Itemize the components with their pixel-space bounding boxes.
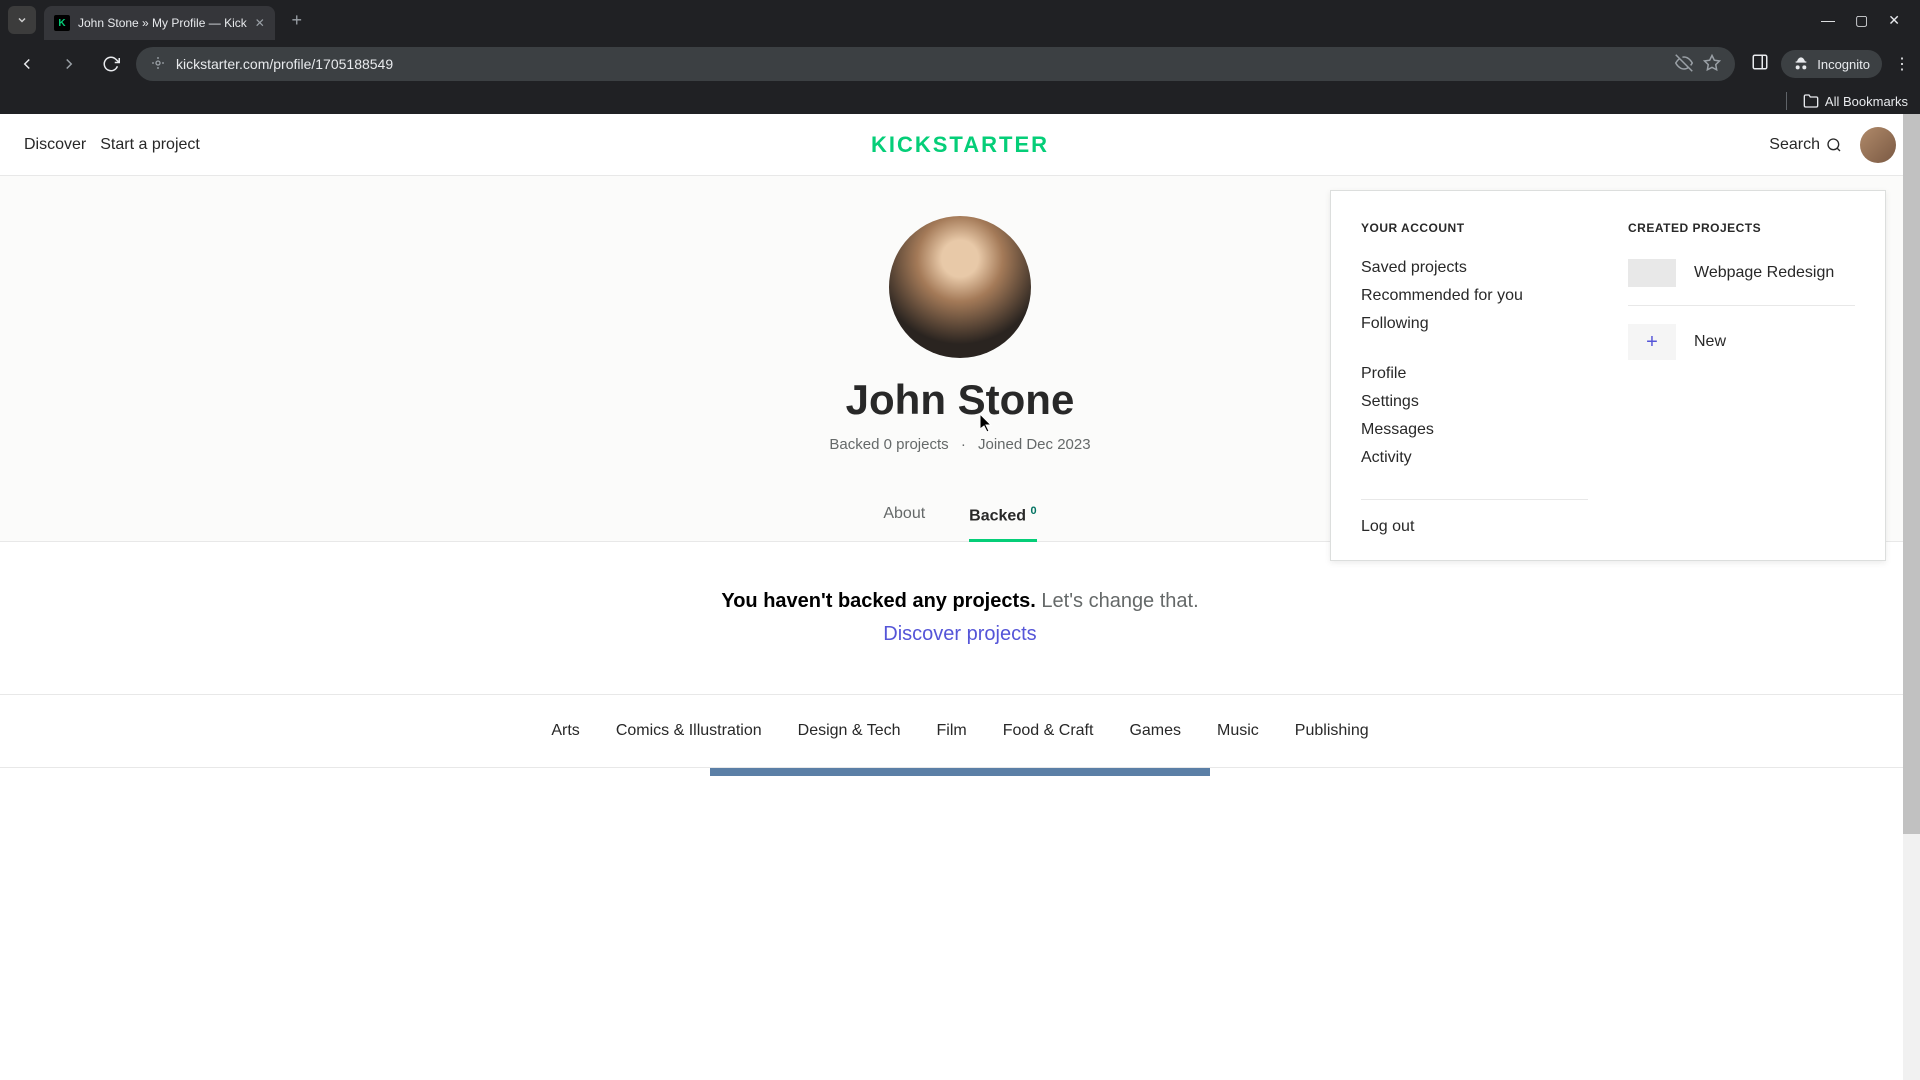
- side-panel-icon[interactable]: [1751, 53, 1769, 76]
- account-links-group-1: Saved projects Recommended for you Follo…: [1361, 259, 1588, 333]
- browser-chrome: K John Stone » My Profile — Kick ✕ + — ▢…: [0, 0, 1920, 114]
- browser-tab[interactable]: K John Stone » My Profile — Kick ✕: [44, 6, 275, 40]
- footer-cat-film[interactable]: Film: [937, 722, 967, 740]
- new-tab-button[interactable]: +: [283, 6, 311, 34]
- chrome-menu-icon[interactable]: ⋮: [1894, 54, 1910, 74]
- logout-link[interactable]: Log out: [1361, 518, 1588, 536]
- search-icon: [1826, 137, 1842, 153]
- eye-off-icon[interactable]: [1675, 54, 1693, 75]
- search-label: Search: [1769, 136, 1820, 154]
- tab-title: John Stone » My Profile — Kick: [78, 16, 247, 30]
- scrollbar[interactable]: [1903, 114, 1920, 1080]
- footer-cat-music[interactable]: Music: [1217, 722, 1259, 740]
- discover-projects-link[interactable]: Discover projects: [20, 623, 1900, 646]
- site-info-icon[interactable]: [150, 55, 166, 74]
- folder-icon: [1803, 93, 1819, 109]
- forward-button[interactable]: [52, 47, 86, 81]
- discover-link[interactable]: Discover: [24, 136, 86, 154]
- site-header: Discover Start a project KICKSTARTER Sea…: [0, 114, 1920, 176]
- incognito-icon: [1793, 56, 1809, 72]
- new-project-row[interactable]: + New: [1628, 324, 1855, 360]
- footer-cat-food[interactable]: Food & Craft: [1003, 722, 1094, 740]
- tab-backed-count: 0: [1031, 505, 1037, 517]
- close-window-button[interactable]: ✕: [1888, 12, 1900, 29]
- project-thumbnail: [1628, 259, 1676, 287]
- footer-cat-publishing[interactable]: Publishing: [1295, 722, 1369, 740]
- favicon-icon: K: [54, 15, 70, 31]
- footer-cat-games[interactable]: Games: [1129, 722, 1181, 740]
- settings-link[interactable]: Settings: [1361, 393, 1588, 411]
- tab-search-button[interactable]: [8, 6, 36, 34]
- page-content: Discover Start a project KICKSTARTER Sea…: [0, 114, 1920, 1080]
- dropdown-projects-column: CREATED PROJECTS Webpage Redesign + New: [1618, 191, 1885, 560]
- toolbar-right: Incognito ⋮: [1751, 50, 1910, 78]
- address-bar[interactable]: kickstarter.com/profile/1705188549: [136, 47, 1735, 81]
- empty-subtext: Let's change that.: [1041, 590, 1198, 612]
- created-projects-heading: CREATED PROJECTS: [1628, 221, 1855, 235]
- scrollbar-thumb[interactable]: [1903, 114, 1920, 834]
- tab-backed-label: Backed: [969, 507, 1026, 524]
- tab-close-button[interactable]: ✕: [255, 16, 265, 30]
- window-controls: — ▢ ✕: [1821, 12, 1912, 29]
- url-text: kickstarter.com/profile/1705188549: [176, 56, 1665, 72]
- projects-divider: [1628, 305, 1855, 306]
- dropdown-divider: [1361, 499, 1588, 500]
- joined-text: Joined Dec 2023: [978, 436, 1091, 453]
- account-links-group-2: Profile Settings Messages Activity: [1361, 365, 1588, 467]
- tab-about[interactable]: About: [883, 489, 925, 541]
- account-dropdown: YOUR ACCOUNT Saved projects Recommended …: [1330, 190, 1886, 561]
- back-button[interactable]: [10, 47, 44, 81]
- maximize-button[interactable]: ▢: [1855, 12, 1868, 29]
- meta-separator: ·: [961, 436, 966, 453]
- footer-cat-arts[interactable]: Arts: [551, 722, 579, 740]
- footer-categories: Arts Comics & Illustration Design & Tech…: [0, 694, 1920, 767]
- new-project-label: New: [1694, 333, 1726, 351]
- incognito-label: Incognito: [1817, 57, 1870, 72]
- minimize-button[interactable]: —: [1821, 12, 1835, 29]
- plus-icon: +: [1628, 324, 1676, 360]
- account-avatar[interactable]: [1860, 127, 1896, 163]
- footer-cat-design[interactable]: Design & Tech: [798, 722, 901, 740]
- recommended-link[interactable]: Recommended for you: [1361, 287, 1588, 305]
- your-account-heading: YOUR ACCOUNT: [1361, 221, 1588, 235]
- footer-cat-comics[interactable]: Comics & Illustration: [616, 722, 762, 740]
- search-trigger[interactable]: Search: [1769, 136, 1842, 154]
- profile-avatar: [889, 216, 1031, 358]
- browser-toolbar: kickstarter.com/profile/1705188549 Incog…: [0, 40, 1920, 88]
- header-nav-left: Discover Start a project: [24, 136, 200, 154]
- empty-heading: You haven't backed any projects.: [721, 590, 1035, 612]
- created-project-row[interactable]: Webpage Redesign: [1628, 259, 1855, 287]
- saved-projects-link[interactable]: Saved projects: [1361, 259, 1588, 277]
- bookmark-star-icon[interactable]: [1703, 54, 1721, 75]
- kickstarter-logo[interactable]: KICKSTARTER: [871, 132, 1049, 158]
- incognito-badge[interactable]: Incognito: [1781, 50, 1882, 78]
- all-bookmarks-button[interactable]: All Bookmarks: [1825, 94, 1908, 109]
- tab-backed[interactable]: Backed 0: [969, 489, 1037, 541]
- backed-count-text: Backed 0 projects: [829, 436, 948, 453]
- start-project-link[interactable]: Start a project: [100, 136, 200, 154]
- profile-link[interactable]: Profile: [1361, 365, 1588, 383]
- cookie-banner-peek: [710, 768, 1210, 776]
- messages-link[interactable]: Messages: [1361, 421, 1588, 439]
- header-nav-right: Search: [1769, 127, 1896, 163]
- project-name: Webpage Redesign: [1694, 264, 1834, 282]
- following-link[interactable]: Following: [1361, 315, 1588, 333]
- bookmarks-bar: All Bookmarks: [0, 88, 1920, 114]
- reload-button[interactable]: [94, 47, 128, 81]
- dropdown-account-column: YOUR ACCOUNT Saved projects Recommended …: [1331, 191, 1618, 560]
- tab-strip: K John Stone » My Profile — Kick ✕ + — ▢…: [0, 0, 1920, 40]
- empty-state: You haven't backed any projects. Let's c…: [0, 542, 1920, 694]
- activity-link[interactable]: Activity: [1361, 449, 1588, 467]
